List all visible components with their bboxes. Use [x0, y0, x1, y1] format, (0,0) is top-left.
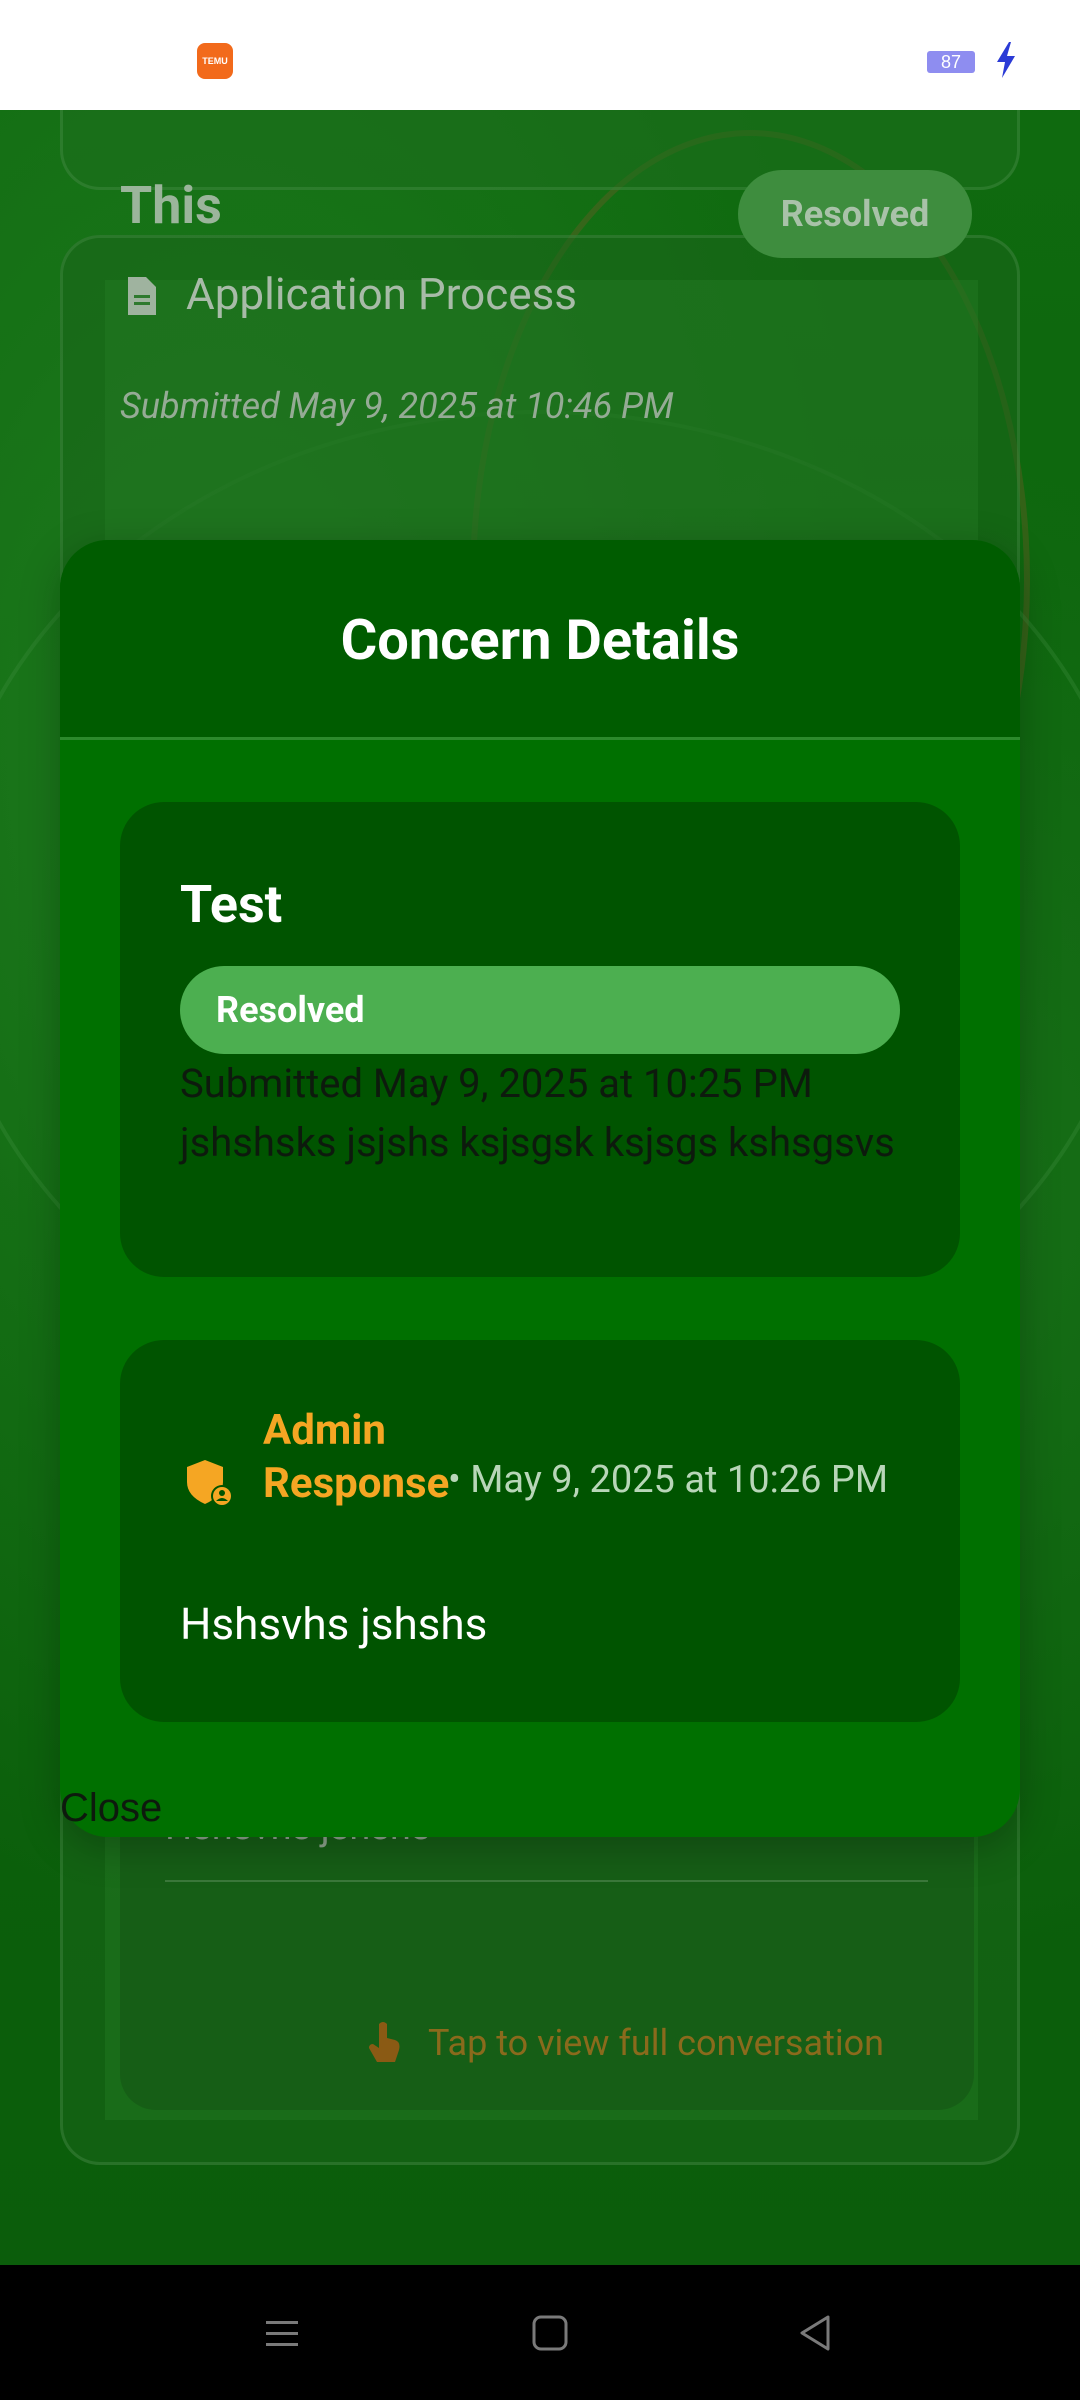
background-concern-title: This — [120, 175, 222, 236]
home-icon — [532, 2315, 568, 2350]
response-text: Hshsvhs jshshs — [180, 1598, 488, 1650]
back-icon — [800, 2315, 830, 2350]
admin-response-card: Admin Response • May 9, 2025 at 10:26 PM… — [120, 1340, 960, 1722]
divider — [165, 1880, 928, 1882]
background-status-badge: Resolved — [738, 170, 972, 258]
menu-icon — [266, 2320, 298, 2346]
charging-bolt-icon — [997, 42, 1015, 78]
concern-details-dialog: Concern Details Test Resolved Submitted … — [60, 540, 1020, 1837]
tap-hand-icon — [369, 2022, 400, 2062]
admin-shield-icon — [187, 1460, 233, 1507]
dialog-header: Concern Details — [60, 540, 1020, 740]
status-badge: Resolved — [180, 966, 900, 1054]
navigation-bar — [0, 2265, 1080, 2400]
temu-app-icon: TEMU — [197, 43, 233, 79]
home-button[interactable] — [490, 2265, 610, 2400]
status-bar: TEMU 87 — [0, 0, 1080, 110]
concern-card: Test Resolved Submitted May 9, 2025 at 1… — [120, 802, 960, 1277]
concern-description: jshshsks jsjshs ksjsgsk ksjsgs kshsgsvs — [180, 1119, 895, 1166]
admin-response-label: Admin Response — [263, 1406, 450, 1508]
recent-apps-button[interactable] — [222, 2265, 342, 2400]
close-button[interactable]: Close — [60, 1786, 162, 1831]
battery-indicator: 87 — [927, 51, 975, 73]
document-icon — [128, 277, 156, 315]
background-category: Application Process — [186, 268, 577, 320]
submitted-date: Submitted May 9, 2025 at 10:25 PM — [180, 1060, 813, 1107]
tap-to-view-link[interactable]: Tap to view full conversation — [428, 2022, 884, 2064]
response-date: • May 9, 2025 at 10:26 PM — [448, 1458, 889, 1502]
back-button[interactable] — [756, 2265, 876, 2400]
concern-title: Test — [180, 874, 283, 935]
dialog-title: Concern Details — [340, 607, 740, 673]
background-submitted-date: Submitted May 9, 2025 at 10:46 PM — [120, 385, 674, 427]
